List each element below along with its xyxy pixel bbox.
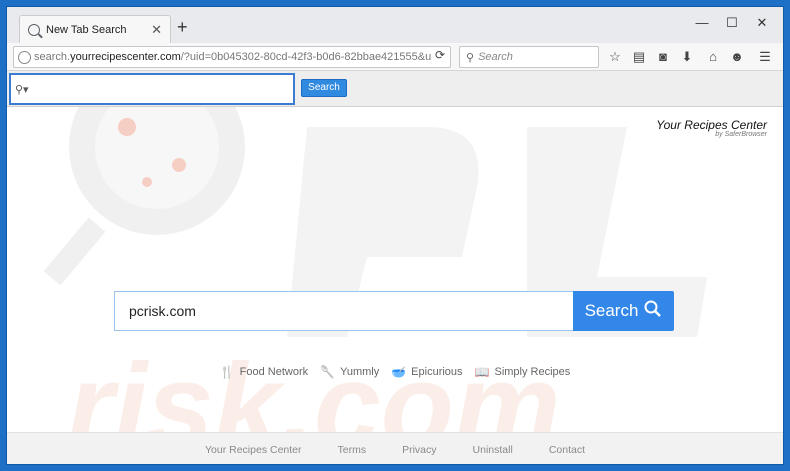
quick-link-epicurious[interactable]: 🥣 Epicurious	[391, 365, 462, 379]
footer-link-uninstall[interactable]: Uninstall	[473, 444, 513, 456]
main-search-button[interactable]: Search	[573, 291, 674, 331]
extension-toolbar: ⚲▾ Search	[7, 71, 783, 107]
menu-icon[interactable]: ☰	[755, 47, 775, 67]
search-icon	[28, 23, 40, 36]
brand-name: Your Recipes Center	[656, 118, 767, 132]
main-search-button-label: Search	[584, 301, 639, 320]
url-domain: yourrecipescenter.com	[70, 51, 181, 63]
download-icon[interactable]: ⬇	[677, 47, 697, 67]
home-icon[interactable]: ⌂	[703, 47, 723, 67]
quick-link-yummly[interactable]: 🥄 Yummly	[320, 365, 379, 379]
main-search: pcrisk.com Search	[114, 291, 674, 331]
close-tab-icon[interactable]: ✕	[151, 23, 162, 36]
search-dropdown-icon[interactable]: ⚲▾	[15, 83, 29, 96]
spoon-icon: 🥄	[320, 365, 336, 379]
footer-link-contact[interactable]: Contact	[549, 444, 585, 456]
nav-bar: search. yourrecipescenter.com/?uid=0b0453…	[7, 43, 783, 71]
maximize-button[interactable]: ☐	[717, 15, 747, 31]
url-prefix: search.	[34, 51, 71, 63]
quick-links: 🍴 Food Network 🥄 Yummly 🥣 Epicurious 📖 S…	[7, 365, 783, 379]
browser-window: New Tab Search ✕ + — ☐ ✕ search. yourreci…	[6, 6, 784, 465]
brand-subtitle: by SaferBrowser	[715, 131, 767, 138]
search-icon: ⚲	[466, 51, 475, 64]
reload-icon[interactable]: ⟳	[435, 48, 445, 62]
smiley-icon[interactable]: ☻	[727, 47, 747, 67]
site-info-icon[interactable]	[18, 51, 31, 64]
browser-search-placeholder: Search	[478, 51, 513, 63]
page-content: risk.com Your Recipes Center by SaferBro…	[7, 107, 783, 464]
pocket-icon[interactable]: ◙	[653, 47, 673, 67]
ladle-icon: 🥣	[391, 365, 407, 379]
quick-link-simply-recipes[interactable]: 📖 Simply Recipes	[475, 365, 571, 379]
page-footer: Your Recipes Center Terms Privacy Uninst…	[7, 432, 783, 464]
quick-link-food-network[interactable]: 🍴 Food Network	[220, 365, 308, 379]
reader-icon[interactable]: ▤	[629, 47, 649, 67]
tab-new-tab-search[interactable]: New Tab Search ✕	[19, 15, 171, 43]
url-query: /?uid=0b045302-80cd-42f3-b0d6-82bbae4215…	[180, 51, 432, 63]
star-icon[interactable]: ☆	[605, 47, 625, 67]
quick-link-label: Food Network	[239, 366, 309, 378]
quick-link-label: Yummly	[340, 366, 380, 378]
extension-search-input[interactable]: ⚲▾	[9, 73, 295, 105]
tab-strip: New Tab Search ✕ + — ☐ ✕	[7, 7, 783, 43]
close-window-button[interactable]: ✕	[747, 15, 777, 31]
url-bar[interactable]: search. yourrecipescenter.com/?uid=0b0453…	[13, 46, 451, 68]
minimize-button[interactable]: —	[687, 15, 717, 30]
quick-link-label: Simply Recipes	[494, 366, 571, 378]
book-icon: 📖	[474, 365, 490, 379]
main-search-value: pcrisk.com	[129, 303, 196, 319]
search-icon	[644, 300, 662, 323]
brand-logo[interactable]: Your Recipes Center by SaferBrowser	[656, 118, 767, 138]
pcrisk-watermark: risk.com	[43, 107, 707, 464]
extension-search-button[interactable]: Search	[301, 79, 347, 97]
footer-link-home[interactable]: Your Recipes Center	[205, 444, 302, 456]
fork-knife-icon: 🍴	[219, 365, 235, 379]
browser-search-input[interactable]: ⚲ Search	[459, 46, 599, 68]
main-search-input[interactable]: pcrisk.com	[114, 291, 573, 331]
quick-link-label: Epicurious	[411, 366, 463, 378]
new-tab-button[interactable]: +	[177, 17, 188, 37]
tab-title: New Tab Search	[46, 23, 127, 36]
footer-link-terms[interactable]: Terms	[338, 444, 367, 456]
footer-link-privacy[interactable]: Privacy	[402, 444, 436, 456]
